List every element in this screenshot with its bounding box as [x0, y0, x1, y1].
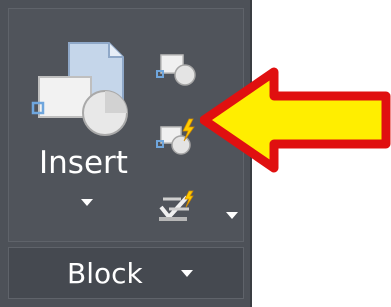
insert-block-icon: [31, 42, 128, 136]
create-block-icon: [156, 54, 196, 86]
block-panel-title-bar[interactable]: Block: [8, 247, 244, 299]
insert-dropdown-caret-icon[interactable]: [81, 199, 93, 206]
edit-attributes-button[interactable]: [155, 187, 199, 227]
edit-block-lightning-icon: [156, 118, 195, 155]
edit-attributes-icon: [159, 190, 194, 221]
pointer-arrow-icon: [200, 67, 391, 173]
attributes-dropdown-caret-icon[interactable]: [226, 212, 238, 219]
panel-expand-caret-icon[interactable]: [181, 270, 193, 277]
block-editor-button[interactable]: [155, 117, 199, 157]
create-block-button[interactable]: [155, 49, 199, 89]
panel-title: Block: [67, 257, 143, 290]
insert-label: Insert: [39, 145, 128, 181]
